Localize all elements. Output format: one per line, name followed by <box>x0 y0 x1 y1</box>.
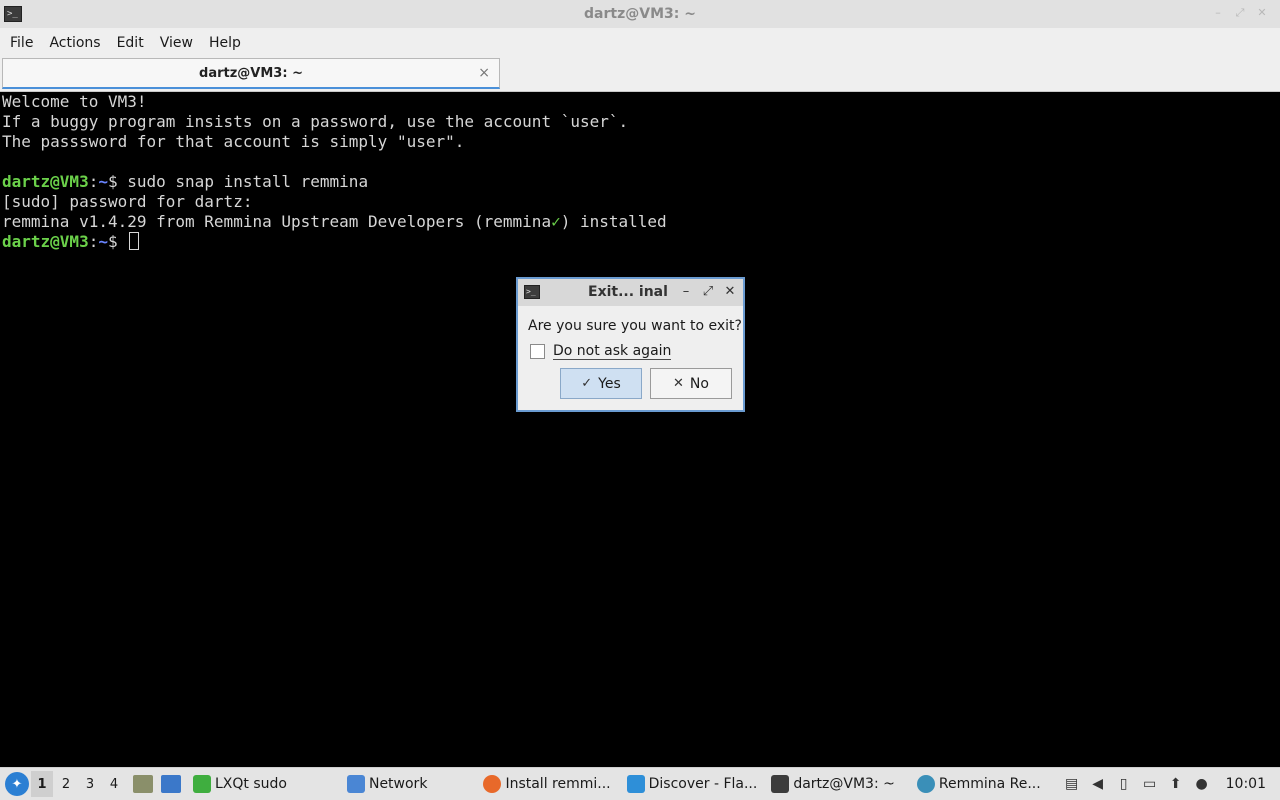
terminal-current-prompt[interactable]: dartz@VM3:~$ <box>2 232 1280 252</box>
x-icon: ✕ <box>673 376 684 391</box>
tab-terminal[interactable]: dartz@VM3: ~ × <box>2 58 500 89</box>
task-label: Remmina Re... <box>938 776 1041 792</box>
task-label: Discover - Fla... <box>648 776 758 792</box>
no-button[interactable]: ✕ No <box>650 368 732 399</box>
task-label: Network <box>368 776 428 792</box>
clipboard-icon[interactable]: ▯ <box>1116 776 1132 792</box>
archive-icon[interactable]: ▤ <box>1064 776 1080 792</box>
no-label: No <box>689 375 709 392</box>
menu-file[interactable]: File <box>2 35 41 51</box>
desktop-1-button[interactable]: 1 <box>31 771 53 797</box>
volume-icon[interactable]: ◀ <box>1090 776 1106 792</box>
prompt-sep: : <box>88 172 99 191</box>
maximize-icon[interactable]: ⤢ <box>1234 6 1246 20</box>
window-controls: – ⤢ ✕ <box>1212 6 1268 20</box>
install-text: remmina v1.4.29 from Remmina Upstream De… <box>2 212 552 231</box>
task-label: dartz@VM3: ~ <box>793 776 895 792</box>
start-menu-icon[interactable]: ✦ <box>5 772 29 796</box>
network-icon[interactable]: ▭ <box>1142 776 1158 792</box>
do-not-ask-label[interactable]: Do not ask again <box>553 343 672 360</box>
terminal-output[interactable]: Welcome to VM3! If a buggy program insis… <box>0 92 1280 766</box>
maximize-icon[interactable]: ⤢ <box>701 284 715 300</box>
text-cursor <box>129 232 140 250</box>
minimize-icon[interactable]: – <box>1212 6 1224 20</box>
clock[interactable]: 10:01 <box>1226 776 1266 792</box>
desktop-4-button[interactable]: 4 <box>103 771 125 797</box>
discover-icon <box>626 775 645 793</box>
do-not-ask-row[interactable]: Do not ask again <box>530 343 672 360</box>
system-tray: ▤ ◀ ▯ ▭ ⬆ ● 10:01 <box>1064 776 1280 792</box>
command-text: sudo snap install remmina <box>127 172 369 191</box>
folder-icon <box>346 775 365 793</box>
desktop-2-button[interactable]: 2 <box>55 771 77 797</box>
close-icon[interactable]: ✕ <box>723 284 737 300</box>
terminal-icon <box>771 775 790 793</box>
terminal-line: Welcome to VM3! <box>2 92 147 111</box>
window-titlebar[interactable]: >_ dartz@VM3: ~ – ⤢ ✕ <box>0 0 1280 28</box>
terminal-command-line: dartz@VM3:~$ sudo snap install remmina <box>2 172 1280 192</box>
verified-check-icon: ✓ <box>551 212 561 231</box>
terminal-line: [sudo] password for dartz: <box>2 192 253 211</box>
tab-bar: dartz@VM3: ~ × <box>0 58 1280 92</box>
remmina-icon <box>916 775 935 793</box>
dialog-question: Are you sure you want to exit? <box>528 318 742 334</box>
task-install-remmina[interactable]: Install remmi... <box>477 769 616 799</box>
prompt-sep: : <box>88 232 99 251</box>
prompt-path: ~ <box>98 172 108 191</box>
prompt-user: dartz@VM3 <box>2 172 89 191</box>
shield-icon <box>193 775 211 793</box>
dialog-window-controls: – ⤢ ✕ <box>679 284 737 300</box>
terminal-app-icon: >_ <box>524 285 540 299</box>
minimize-icon[interactable]: – <box>679 284 693 300</box>
do-not-ask-checkbox[interactable] <box>530 344 545 359</box>
prompt-path: ~ <box>98 232 108 251</box>
dialog-title: Exit... inal <box>588 284 668 300</box>
update-icon[interactable]: ⬆ <box>1168 776 1184 792</box>
task-remmina[interactable]: Remmina Re... <box>911 769 1047 799</box>
prompt-symbol: $ <box>107 232 128 251</box>
menu-bar: File Actions Edit View Help <box>0 28 1280 58</box>
task-lxqt-sudo[interactable]: LXQt sudo <box>187 769 293 799</box>
settings-icon[interactable]: ● <box>1194 776 1210 792</box>
file-manager-icon[interactable] <box>133 775 153 793</box>
menu-help[interactable]: Help <box>201 35 249 51</box>
prompt-user: dartz@VM3 <box>2 232 89 251</box>
terminal-line: remmina v1.4.29 from Remmina Upstream De… <box>2 212 1280 232</box>
install-text-end: ) installed <box>560 212 667 231</box>
yes-button[interactable]: ✓ Yes <box>560 368 642 399</box>
terminal-line: If a buggy program insists on a password… <box>2 112 629 131</box>
prompt-symbol: $ <box>107 172 128 191</box>
close-icon[interactable]: ✕ <box>1256 6 1268 20</box>
terminal-app-icon[interactable]: >_ <box>4 6 22 22</box>
menu-edit[interactable]: Edit <box>109 35 152 51</box>
task-label: LXQt sudo <box>215 776 287 792</box>
menu-view[interactable]: View <box>152 35 201 51</box>
exit-dialog: >_ Exit... inal – ⤢ ✕ Are you sure you w… <box>516 277 745 412</box>
menu-actions[interactable]: Actions <box>41 35 108 51</box>
taskbar: ✦ 1 2 3 4 LXQt sudo Network Install remm… <box>0 767 1280 800</box>
task-label: Install remmi... <box>505 776 611 792</box>
firefox-icon <box>483 775 502 793</box>
tab-close-icon[interactable]: × <box>478 65 490 81</box>
tab-label: dartz@VM3: ~ <box>199 65 303 81</box>
task-network[interactable]: Network <box>341 769 433 799</box>
yes-label: Yes <box>598 375 621 392</box>
task-discover[interactable]: Discover - Fla... <box>621 769 764 799</box>
desktop-3-button[interactable]: 3 <box>79 771 101 797</box>
dialog-titlebar[interactable]: >_ Exit... inal – ⤢ ✕ <box>518 279 743 306</box>
show-desktop-icon[interactable] <box>161 775 181 793</box>
task-terminal[interactable]: dartz@VM3: ~ <box>765 769 901 799</box>
terminal-line: The passsword for that account is simply… <box>2 132 465 151</box>
checkmark-icon: ✓ <box>581 376 593 391</box>
window-title: dartz@VM3: ~ <box>584 6 696 22</box>
